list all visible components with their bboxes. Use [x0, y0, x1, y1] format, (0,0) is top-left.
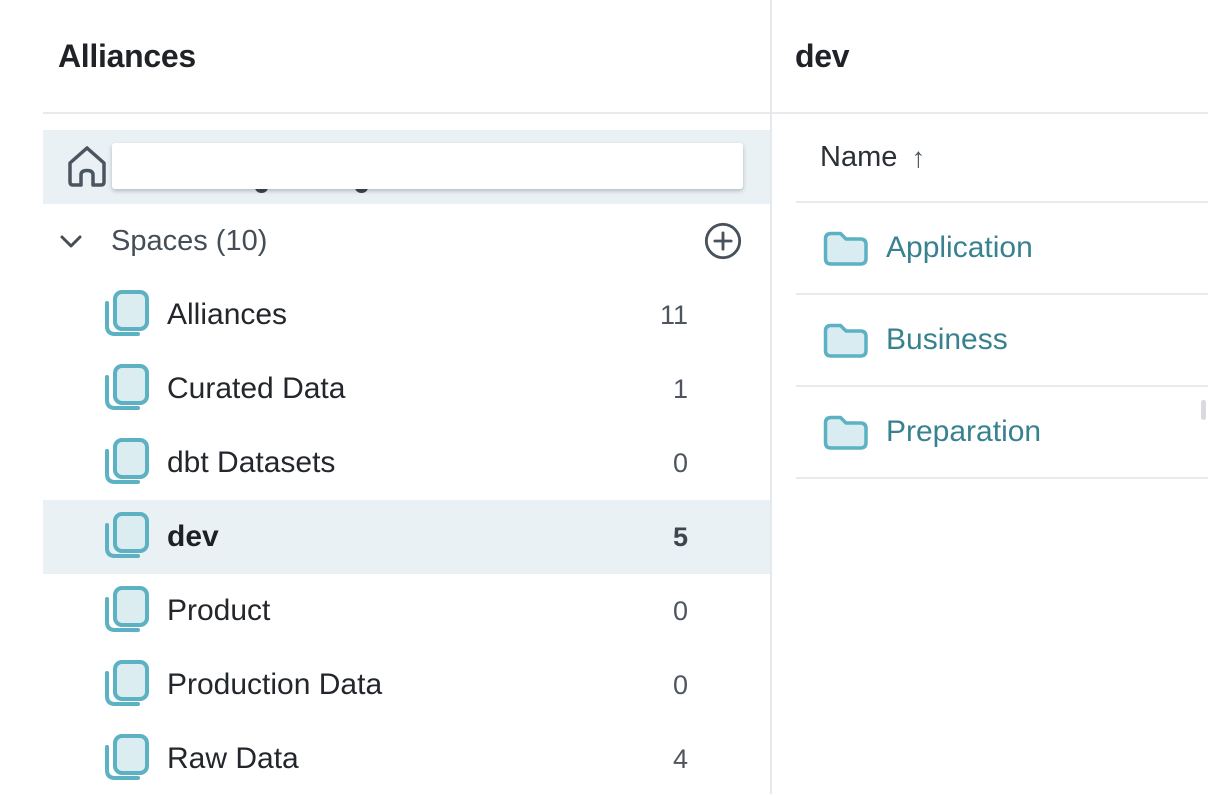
- scrollbar-thumb[interactable]: [1201, 400, 1206, 420]
- sidebar-item-label: Production Data: [167, 668, 382, 702]
- column-header-label: Name: [820, 141, 897, 174]
- sidebar: Alliances Spaces (10): [0, 0, 772, 794]
- space-icon: [100, 733, 152, 785]
- sidebar-item-product[interactable]: Product 0: [43, 574, 770, 648]
- plus-circle-icon: [703, 221, 743, 261]
- sidebar-item-label: dev: [167, 520, 219, 554]
- page-title: dev: [772, 0, 1208, 74]
- sidebar-item-label: Product: [167, 594, 270, 628]
- sidebar-item-count: 4: [648, 744, 688, 775]
- folder-list: Application Business Preparation: [796, 203, 1208, 479]
- sidebar-item-alliances[interactable]: Alliances 11: [43, 278, 770, 352]
- folder-row-application[interactable]: Application: [796, 203, 1208, 295]
- space-icon: [100, 585, 152, 637]
- sidebar-item-label: Curated Data: [167, 372, 345, 406]
- main-panel: dev Name ↑ Application Business Preparat…: [772, 0, 1208, 794]
- sidebar-item-count: 1: [648, 374, 688, 405]
- sidebar-item-dbt-datasets[interactable]: dbt Datasets 0: [43, 426, 770, 500]
- chevron-down-icon[interactable]: [58, 228, 84, 254]
- sidebar-title: Alliances: [0, 0, 770, 74]
- spaces-section-header: Spaces (10): [43, 204, 770, 278]
- sidebar-item-count: 0: [648, 448, 688, 479]
- folder-icon: [822, 228, 869, 269]
- sidebar-item-raw-data[interactable]: Raw Data 4: [43, 722, 770, 796]
- home-item[interactable]: [43, 130, 770, 204]
- spaces-section-label: Spaces (10): [111, 225, 267, 258]
- sidebar-item-dev[interactable]: dev 5: [43, 500, 770, 574]
- sidebar-item-label: dbt Datasets: [167, 446, 335, 480]
- folder-row-preparation[interactable]: Preparation: [796, 387, 1208, 479]
- sidebar-item-count: 5: [648, 522, 688, 553]
- sidebar-item-label: Alliances: [167, 298, 287, 332]
- space-icon: [100, 437, 152, 489]
- space-icon: [100, 511, 152, 563]
- folder-name-link: Business: [886, 323, 1008, 357]
- sidebar-item-curated-data[interactable]: Curated Data 1: [43, 352, 770, 426]
- arrow-up-icon: ↑: [911, 142, 925, 174]
- redaction-overlay: [112, 143, 743, 189]
- sidebar-item-count: 0: [648, 670, 688, 701]
- folder-row-business[interactable]: Business: [796, 295, 1208, 387]
- space-icon: [100, 659, 152, 711]
- folder-name-link: Application: [886, 231, 1033, 265]
- spaces-list: Alliances 11 Curated Data 1 dbt Datasets…: [0, 278, 770, 796]
- sidebar-item-count: 0: [648, 596, 688, 627]
- add-space-button[interactable]: [703, 221, 743, 261]
- sidebar-item-label: Raw Data: [167, 742, 299, 776]
- home-icon: [65, 144, 109, 190]
- folder-icon: [822, 412, 869, 453]
- folder-name-link: Preparation: [886, 415, 1041, 449]
- column-header-name[interactable]: Name ↑: [796, 114, 1208, 203]
- sidebar-item-count: 11: [648, 300, 688, 331]
- contents-table: Name ↑ Application Business Preparation: [796, 114, 1208, 479]
- folder-icon: [822, 320, 869, 361]
- sidebar-item-production-data[interactable]: Production Data 0: [43, 648, 770, 722]
- space-icon: [100, 363, 152, 415]
- space-icon: [100, 289, 152, 341]
- sidebar-title-divider: [43, 112, 770, 114]
